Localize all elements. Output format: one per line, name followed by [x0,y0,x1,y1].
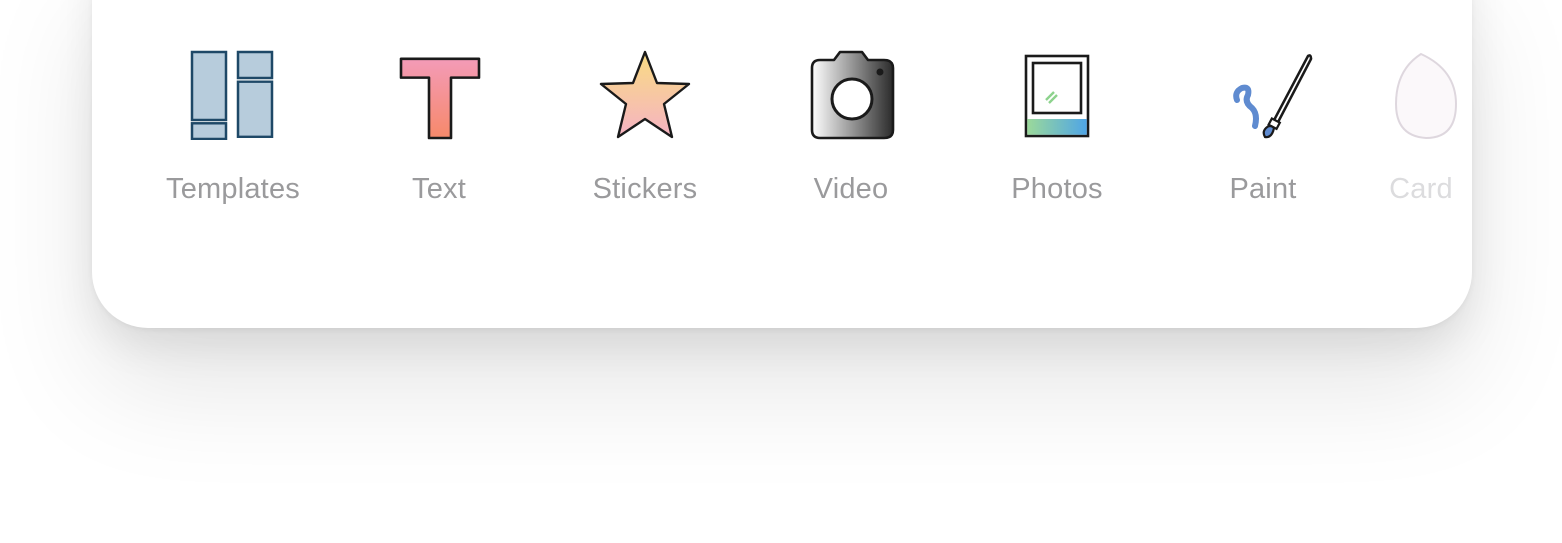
tool-text-label: Text [412,173,466,205]
tool-photos-button[interactable]: Photos [954,0,1160,288]
templates-icon [178,40,288,140]
camera-icon [796,40,906,140]
paintbrush-icon [1208,40,1318,140]
tool-card-button[interactable]: Card [1318,0,1472,288]
photo-frame-icon [1002,40,1112,140]
tool-video-button[interactable]: Video [748,0,954,288]
card-icon [1366,40,1472,140]
tool-templates-label: Templates [166,173,300,205]
tool-text-button[interactable]: Text [336,0,542,288]
tool-stickers-button[interactable]: Stickers [542,0,748,288]
tool-card-label: Card [1389,173,1453,205]
tool-templates-button[interactable]: Templates [130,0,336,288]
tool-video-label: Video [813,173,889,205]
canvas: Templates Text Stickers Video Photos Pai… [0,0,1562,543]
tool-toolbar: Templates Text Stickers Video Photos Pai… [92,0,1472,328]
star-icon [590,40,700,140]
tool-photos-label: Photos [1011,173,1103,205]
tool-stickers-label: Stickers [592,173,698,205]
text-icon [384,40,494,140]
